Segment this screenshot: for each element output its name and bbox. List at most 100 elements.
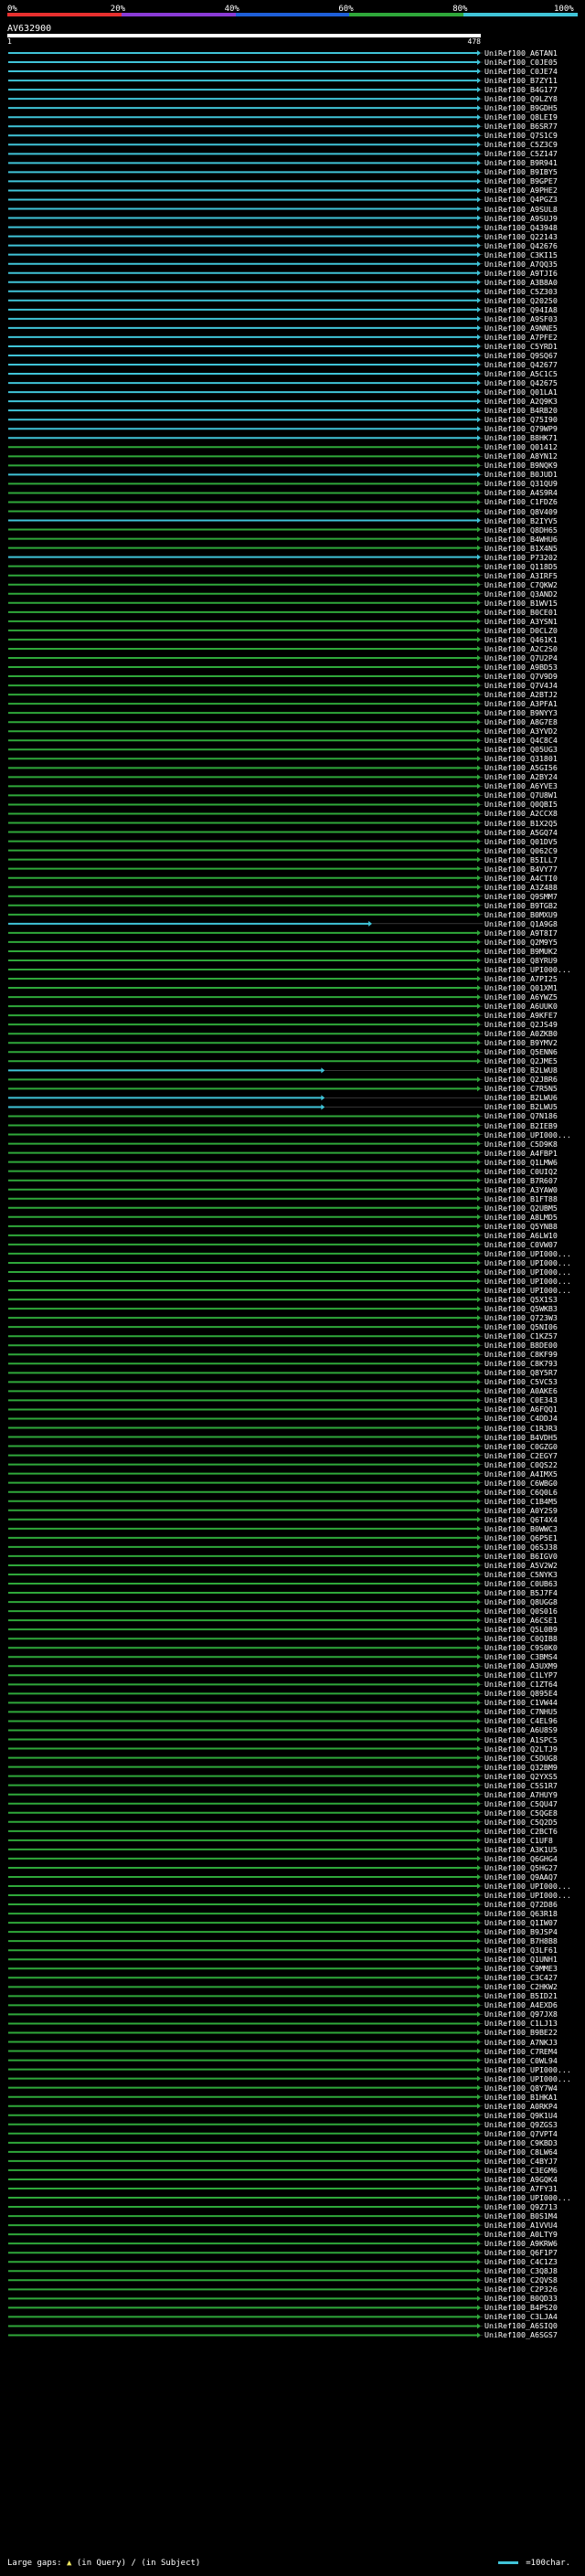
hit-label[interactable]: UniRef100_Q3LF61 (484, 1945, 558, 1955)
hit-label[interactable]: UniRef100_B9JSP4 (484, 1927, 558, 1936)
hit-label[interactable]: UniRef100_C1UF8 (484, 1836, 553, 1845)
hit-label[interactable]: UniRef100_C0WL94 (484, 2056, 558, 2065)
hit-label[interactable]: UniRef100_B9NYY3 (484, 708, 558, 717)
hit-label[interactable]: UniRef100_A3YVD2 (484, 726, 558, 736)
hit-label[interactable]: UniRef100_B1HKA1 (484, 2093, 558, 2102)
hit-label[interactable]: UniRef100_Q2JS49 (484, 1020, 558, 1029)
hit-label[interactable]: UniRef100_C1FDZ6 (484, 497, 558, 506)
hit-label[interactable]: UniRef100_C2QVS8 (484, 2275, 558, 2284)
hit-label[interactable]: UniRef100_C5QU47 (484, 1799, 558, 1808)
hit-label[interactable]: UniRef100_C5Z147 (484, 149, 558, 158)
hit-label[interactable]: UniRef100_C0QS22 (484, 1460, 558, 1469)
hit-label[interactable]: UniRef100_C8KF99 (484, 1350, 558, 1359)
hit-label[interactable]: UniRef100_Q8DH65 (484, 525, 558, 535)
hit-label[interactable]: UniRef100_UPI000... (484, 1882, 571, 1891)
hit-label[interactable]: UniRef100_B0WWC3 (484, 1524, 558, 1533)
hit-label[interactable]: UniRef100_Q43948 (484, 223, 558, 232)
hit-label[interactable]: UniRef100_A2BTJ2 (484, 690, 558, 699)
hit-label[interactable]: UniRef100_UPI000... (484, 2074, 571, 2083)
hit-label[interactable]: UniRef100_Q8UGG8 (484, 1597, 558, 1606)
hit-label[interactable]: UniRef100_Q9K1U4 (484, 2111, 558, 2120)
hit-label[interactable]: UniRef100_Q1LMW6 (484, 1158, 558, 1167)
hit-label[interactable]: UniRef100_B1FT88 (484, 1194, 558, 1203)
hit-label[interactable]: UniRef100_UPI000... (484, 1286, 571, 1295)
hit-label[interactable]: UniRef100_Q8Y7W4 (484, 2083, 558, 2093)
hit-label[interactable]: UniRef100_B6IGV0 (484, 1552, 558, 1561)
hit-label[interactable]: UniRef100_Q118D5 (484, 562, 558, 571)
hit-label[interactable]: UniRef100_A9T8I7 (484, 928, 558, 938)
hit-label[interactable]: UniRef100_A5GQ74 (484, 828, 558, 837)
hit-label[interactable]: UniRef100_UPI000... (484, 965, 571, 974)
hit-label[interactable]: UniRef100_Q75I90 (484, 415, 558, 424)
hit-label[interactable]: UniRef100_B8DE00 (484, 1341, 558, 1350)
hit-label[interactable]: UniRef100_A7HUY9 (484, 1790, 558, 1799)
hit-label[interactable]: UniRef100_A7PFE2 (484, 333, 558, 342)
hit-label[interactable]: UniRef100_Q2M9Y5 (484, 938, 558, 947)
hit-label[interactable]: UniRef100_A4S9R4 (484, 488, 558, 497)
hit-label[interactable]: UniRef100_Q6P5E1 (484, 1533, 558, 1542)
hit-label[interactable]: UniRef100_A6CSE1 (484, 1616, 558, 1625)
hit-label[interactable]: UniRef100_A4IMX5 (484, 1469, 558, 1479)
hit-label[interactable]: UniRef100_A6SIQ0 (484, 2321, 558, 2330)
hit-label[interactable]: UniRef100_Q72D86 (484, 1900, 558, 1909)
hit-label[interactable]: UniRef100_B0JUD1 (484, 470, 558, 479)
hit-label[interactable]: UniRef100_B9GDH5 (484, 103, 558, 112)
hit-label[interactable]: UniRef100_Q8Y5R7 (484, 1368, 558, 1377)
hit-label[interactable]: UniRef100_Q5L0B9 (484, 1625, 558, 1634)
hit-label[interactable]: UniRef100_P73202 (484, 553, 558, 562)
hit-label[interactable]: UniRef100_C7QKW2 (484, 580, 558, 589)
hit-label[interactable]: UniRef100_A2BY24 (484, 772, 558, 781)
hit-label[interactable]: UniRef100_Q7VPT4 (484, 2129, 558, 2138)
hit-label[interactable]: UniRef100_Q63R18 (484, 1909, 558, 1918)
hit-label[interactable]: UniRef100_Q1A9G8 (484, 919, 558, 928)
hit-label[interactable]: UniRef100_B1WV15 (484, 599, 558, 608)
hit-label[interactable]: UniRef100_Q9LZY8 (484, 94, 558, 103)
hit-label[interactable]: UniRef100_B4G177 (484, 85, 558, 94)
hit-label[interactable]: UniRef100_A9TJI6 (484, 269, 558, 278)
hit-label[interactable]: UniRef100_A6UUK0 (484, 1002, 558, 1011)
hit-label[interactable]: UniRef100_C6WBG0 (484, 1479, 558, 1488)
hit-label[interactable]: UniRef100_Q4PGZ3 (484, 195, 558, 204)
hit-label[interactable]: UniRef100_C2EGY7 (484, 1451, 558, 1460)
hit-label[interactable]: UniRef100_B9IBY5 (484, 167, 558, 176)
hit-label[interactable]: UniRef100_C3Q8J8 (484, 2266, 558, 2275)
hit-label[interactable]: UniRef100_Q42676 (484, 241, 558, 250)
hit-label[interactable]: UniRef100_A3B8A0 (484, 278, 558, 287)
hit-label[interactable]: UniRef100_B9GPE7 (484, 176, 558, 186)
hit-label[interactable]: UniRef100_Q6GHG4 (484, 1854, 558, 1863)
hit-label[interactable]: UniRef100_A7FY31 (484, 2184, 558, 2193)
hit-label[interactable]: UniRef100_B4VY77 (484, 864, 558, 874)
hit-label[interactable]: UniRef100_B1X2Q5 (484, 819, 558, 828)
hit-label[interactable]: UniRef100_UPI000... (484, 1249, 571, 1258)
hit-label[interactable]: UniRef100_Q2YXS5 (484, 1772, 558, 1781)
hit-label[interactable]: UniRef100_Q01412 (484, 442, 558, 451)
hit-label[interactable]: UniRef100_C1KZ57 (484, 1331, 558, 1341)
hit-label[interactable]: UniRef100_Q01LA1 (484, 387, 558, 397)
hit-label[interactable]: UniRef100_A9BD53 (484, 663, 558, 672)
hit-label[interactable]: UniRef100_C5VC53 (484, 1377, 558, 1386)
hit-label[interactable]: UniRef100_A3K1U5 (484, 1845, 558, 1854)
hit-label[interactable]: UniRef100_C2BCT6 (484, 1827, 558, 1836)
hit-label[interactable]: UniRef100_C4BYJ7 (484, 2157, 558, 2166)
hit-label[interactable]: UniRef100_A5V2W2 (484, 1561, 558, 1570)
hit-label[interactable]: UniRef100_Q7N186 (484, 1111, 558, 1120)
hit-label[interactable]: UniRef100_A6SGS7 (484, 2330, 558, 2339)
hit-label[interactable]: UniRef100_A4CTI0 (484, 874, 558, 883)
hit-label[interactable]: UniRef100_C4EL96 (484, 1716, 558, 1725)
hit-label[interactable]: UniRef100_Q79WP9 (484, 424, 558, 433)
hit-label[interactable]: UniRef100_UPI000... (484, 2193, 571, 2202)
hit-label[interactable]: UniRef100_C7R5N5 (484, 1084, 558, 1093)
hit-label[interactable]: UniRef100_B9MUK2 (484, 947, 558, 956)
hit-label[interactable]: UniRef100_A6TAN1 (484, 48, 558, 58)
hit-label[interactable]: UniRef100_B2IEB9 (484, 1121, 558, 1130)
hit-label[interactable]: UniRef100_UPI000... (484, 1130, 571, 1140)
hit-label[interactable]: UniRef100_Q22143 (484, 232, 558, 241)
hit-label[interactable]: UniRef100_Q7S1C9 (484, 131, 558, 140)
hit-label[interactable]: UniRef100_C3KI15 (484, 250, 558, 260)
hit-label[interactable]: UniRef100_Q42677 (484, 360, 558, 369)
hit-label[interactable]: UniRef100_A5GI56 (484, 763, 558, 772)
hit-label[interactable]: UniRef100_Q7V4J4 (484, 681, 558, 690)
hit-label[interactable]: UniRef100_Q6SJ38 (484, 1542, 558, 1552)
hit-label[interactable]: UniRef100_C5NYK3 (484, 1570, 558, 1579)
hit-label[interactable]: UniRef100_UPI000... (484, 1277, 571, 1286)
